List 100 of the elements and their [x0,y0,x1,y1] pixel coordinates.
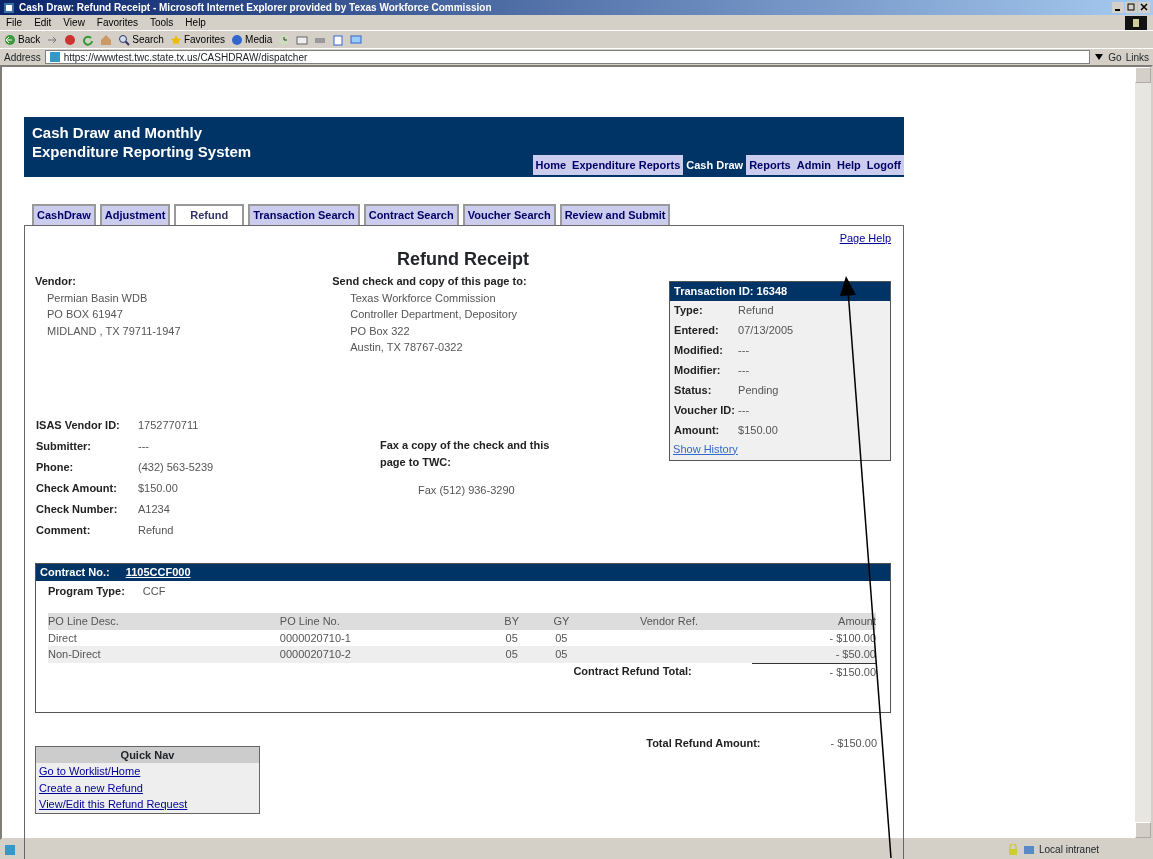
program-type-value: CCF [142,583,166,599]
site-title: Cash Draw and Monthly Expenditure Reporting System [31,123,253,162]
contract-total-label: Contract Refund Total: [573,665,692,678]
star-icon [169,33,182,46]
throbber-icon [1125,15,1147,30]
contract-number-link[interactable]: 1105CCF000 [125,564,191,581]
program-type-label: Program Type: [48,583,125,599]
address-field[interactable]: https://wwwtest.twc.state.tx.us/CASHDRAW/dispatcher [44,50,1091,64]
contract-label: Contract No.: [40,565,110,580]
tab[interactable]: Refund [174,204,245,225]
column-header: BY [504,615,519,627]
column-header: PO Line Desc. [48,615,119,627]
field-label: Amount: [674,424,720,437]
nav-link[interactable]: Help [833,154,864,175]
detail-label: Phone: [36,461,74,474]
address-label: Address [4,50,41,65]
field-label: Modified: [674,344,723,357]
menu-item[interactable]: Tools [150,15,174,30]
network-icon [1023,843,1035,856]
nav-link[interactable]: Home [532,154,570,175]
tab[interactable]: Contract Search [363,204,459,225]
nav-link[interactable]: Admin [793,154,834,175]
refresh-button[interactable] [82,33,95,46]
go-button[interactable]: Go [1108,49,1122,65]
back-button[interactable]: Back [4,32,41,47]
field-label: Status: [674,384,712,397]
field-value: --- [738,364,750,377]
window-title: Cash Draw: Refund Receipt - Microsoft Internet Explorer provided by Texas Workforce Commission [19,1,492,15]
field-value: Refund [738,304,774,317]
detail-value: (432) 563-5239 [138,461,214,474]
total-refund-label: Total Refund Amount: [646,736,761,751]
detail-value: $150.00 [138,482,178,495]
field-value: --- [738,344,750,357]
nav-link[interactable]: Reports [746,154,794,175]
minimize-button[interactable] [1112,2,1124,13]
mail-button[interactable] [296,33,309,46]
table-cell: Direct [48,631,77,644]
home-button[interactable] [100,33,113,46]
quick-nav-link[interactable]: Create a new Refund [36,779,259,796]
transaction-title: Transaction ID: 16348 [670,282,890,301]
detail-value: A1234 [138,503,170,516]
stop-button[interactable] [64,33,77,46]
nav-link[interactable]: Cash Draw [683,154,747,175]
detail-label: ISAS Vendor ID: [36,419,120,432]
quick-nav-link[interactable]: Go to Worklist/Home [36,763,259,780]
history-icon [278,33,291,46]
vendor-address: Permian Basin WDB PO BOX 61947 MIDLAND , TX 79711-1947 [46,290,182,339]
favorites-button[interactable]: Favorites [169,32,226,47]
tab[interactable]: Transaction Search [248,204,360,225]
media-button[interactable]: Media [231,32,273,47]
tab[interactable]: Review and Submit [559,204,671,225]
column-header: PO Line No. [279,615,340,627]
edit-button[interactable] [332,33,345,46]
quick-nav-link[interactable]: View/Edit this Refund Request [36,796,259,813]
chat-icon [350,33,363,46]
refresh-icon [82,33,95,46]
table-cell: - $50.00 [835,648,876,660]
media-icon [231,33,244,46]
discuss-button[interactable] [350,33,363,46]
table-cell: 05 [555,631,568,644]
app-icon [3,1,15,14]
menu-item[interactable]: Edit [34,15,52,30]
back-arrow-icon [4,33,16,46]
send-to-label: Send check and copy of this page to: [332,274,528,289]
table-cell: 0000020710-2 [279,648,351,661]
links-label[interactable]: Links [1125,49,1149,65]
detail-value: Refund [138,524,174,537]
contract-total-value: - $150.00 [829,665,876,678]
menu-item[interactable]: View [63,15,85,30]
table-cell: Non-Direct [48,648,101,661]
tab[interactable]: CashDraw [32,204,96,225]
detail-value: --- [138,440,149,453]
field-value: 07/13/2005 [738,324,794,337]
page-icon [48,51,61,63]
tab[interactable]: Adjustment [99,204,171,225]
tab[interactable]: Voucher Search [462,204,556,225]
detail-label: Comment: [36,524,91,537]
menu-item[interactable]: File [6,15,23,30]
close-button[interactable] [1138,2,1150,13]
page-help-link[interactable]: Page Help [839,231,891,244]
send-to-address: Texas Workforce Commission Controller Department, Depository PO Box 322 Austin, TX 78767-0322 [349,290,519,355]
column-header: Vendor Ref. [639,615,698,627]
show-history-link[interactable]: Show History [673,442,738,455]
table-cell: 05 [555,648,568,661]
history-button[interactable] [278,33,291,46]
maximize-button[interactable] [1125,2,1137,13]
nav-link[interactable]: Logoff [863,154,904,175]
detail-value: 1752770711 [138,419,199,432]
field-label: Entered: [674,324,719,337]
menu-item[interactable]: Favorites [96,15,138,30]
page-heading: Refund Receipt [397,249,529,269]
quick-nav-title: Quick Nav [36,746,259,763]
search-button[interactable]: Search [118,32,164,47]
field-value: $150.00 [738,424,778,437]
security-zone: Local intranet [1039,843,1101,857]
menu-item[interactable]: Help [185,15,206,30]
nav-link[interactable]: Expenditure Reports [569,154,684,175]
scrollbar[interactable] [1135,67,1151,838]
total-refund-value: - $150.00 [830,736,877,751]
detail-label: Check Number: [36,503,118,516]
